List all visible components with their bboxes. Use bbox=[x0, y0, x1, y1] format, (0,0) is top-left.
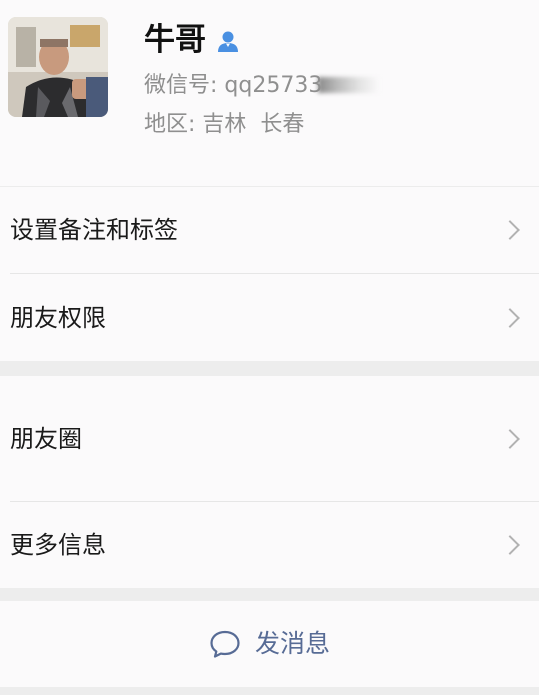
action-group: 发消息 bbox=[0, 601, 539, 687]
moments-item[interactable]: 朋友圈 bbox=[0, 396, 539, 482]
divider bbox=[10, 273, 539, 274]
more-info-item[interactable]: 更多信息 bbox=[0, 502, 539, 588]
more-info-label: 更多信息 bbox=[10, 531, 106, 559]
moments-label: 朋友圈 bbox=[10, 425, 82, 453]
moments-group: 朋友圈 更多信息 bbox=[0, 376, 539, 588]
send-message-label: 发消息 bbox=[254, 629, 330, 658]
friend-permissions-item[interactable]: 朋友权限 bbox=[0, 275, 539, 361]
region-value: 吉林 长春 bbox=[202, 112, 305, 137]
avatar[interactable] bbox=[8, 17, 108, 117]
wechat-id-value: qq25733 bbox=[224, 73, 323, 98]
contact-person-icon bbox=[218, 31, 238, 52]
contact-name: 牛哥 bbox=[144, 22, 206, 58]
avatar-photo bbox=[8, 17, 108, 117]
send-message-button[interactable]: 发消息 bbox=[0, 601, 539, 687]
chevron-right-icon bbox=[500, 535, 520, 555]
set-remark-and-tags-item[interactable]: 设置备注和标签 bbox=[0, 187, 539, 273]
region-row: 地区: 吉林 长春 bbox=[144, 109, 304, 141]
set-remark-and-tags-label: 设置备注和标签 bbox=[10, 216, 178, 244]
wechat-id-label: 微信号: bbox=[144, 73, 218, 98]
settings-group: 设置备注和标签 朋友权限 bbox=[0, 187, 539, 361]
wechat-id-row: 微信号: qq25733 bbox=[144, 70, 381, 102]
profile-header: 牛哥 微信号: qq25733 地区: 吉林 长春 bbox=[0, 0, 539, 186]
chat-bubble-icon bbox=[210, 630, 240, 658]
chevron-right-icon bbox=[500, 220, 520, 240]
friend-permissions-label: 朋友权限 bbox=[10, 304, 106, 332]
chevron-right-icon bbox=[500, 429, 520, 449]
chevron-right-icon bbox=[500, 308, 520, 328]
redacted-blur bbox=[318, 76, 381, 93]
region-label: 地区: bbox=[144, 112, 196, 137]
